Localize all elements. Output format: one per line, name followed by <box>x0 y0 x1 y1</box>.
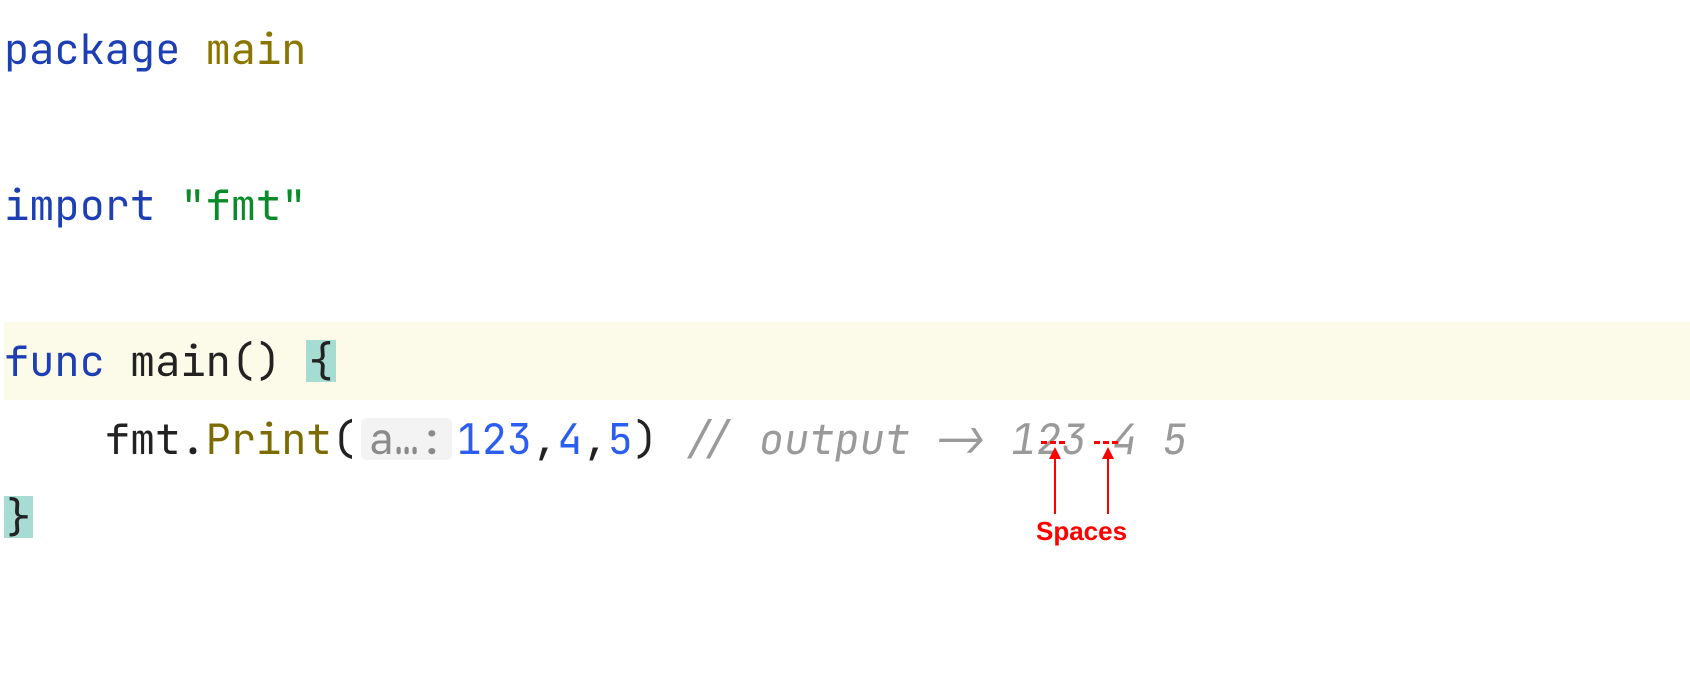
comma: , <box>582 418 607 460</box>
pkg-name: main <box>206 28 307 70</box>
space <box>658 418 683 460</box>
code-line[interactable]: } <box>4 478 1690 556</box>
annotation-dash <box>1041 441 1065 444</box>
import-path: "fmt" <box>180 184 306 226</box>
arg1: 123 <box>456 418 532 460</box>
receiver: fmt <box>105 418 181 460</box>
space <box>180 28 205 70</box>
brace-open: { <box>306 340 335 382</box>
code-line[interactable]: fmt.Print(a…:123,4,5) // output -> 123 4… <box>4 400 1690 478</box>
arg2: 4 <box>557 418 582 460</box>
func-name: main <box>130 340 231 382</box>
comma: , <box>532 418 557 460</box>
space <box>155 184 180 226</box>
annotation-arrow-line <box>1107 459 1109 514</box>
code-line-blank[interactable] <box>4 244 1690 322</box>
annotation-arrowhead <box>1102 447 1114 459</box>
keyword-import: import <box>4 184 155 226</box>
annotation-label: Spaces <box>1036 518 1127 544</box>
arg3: 5 <box>608 418 633 460</box>
paren-open: ( <box>332 418 357 460</box>
parens: () <box>231 340 281 382</box>
code-line[interactable]: package main <box>4 10 1690 88</box>
keyword-func: func <box>4 340 105 382</box>
inlay-hint: a…: <box>361 418 453 460</box>
keyword-package: package <box>4 28 180 70</box>
brace-close: } <box>4 496 33 538</box>
code-editor[interactable]: package main import "fmt" func main() { … <box>0 0 1690 556</box>
indent <box>4 418 105 460</box>
annotation-dash <box>1094 441 1118 444</box>
paren-close: ) <box>633 418 658 460</box>
code-line-blank[interactable] <box>4 88 1690 166</box>
call-name: Print <box>206 418 332 460</box>
code-line-current[interactable]: func main() { <box>4 322 1690 400</box>
space <box>281 340 306 382</box>
space <box>105 340 130 382</box>
dot: . <box>180 418 205 460</box>
code-line[interactable]: import "fmt" <box>4 166 1690 244</box>
annotation-arrowhead <box>1049 447 1061 459</box>
annotation-arrow-line <box>1054 459 1056 514</box>
